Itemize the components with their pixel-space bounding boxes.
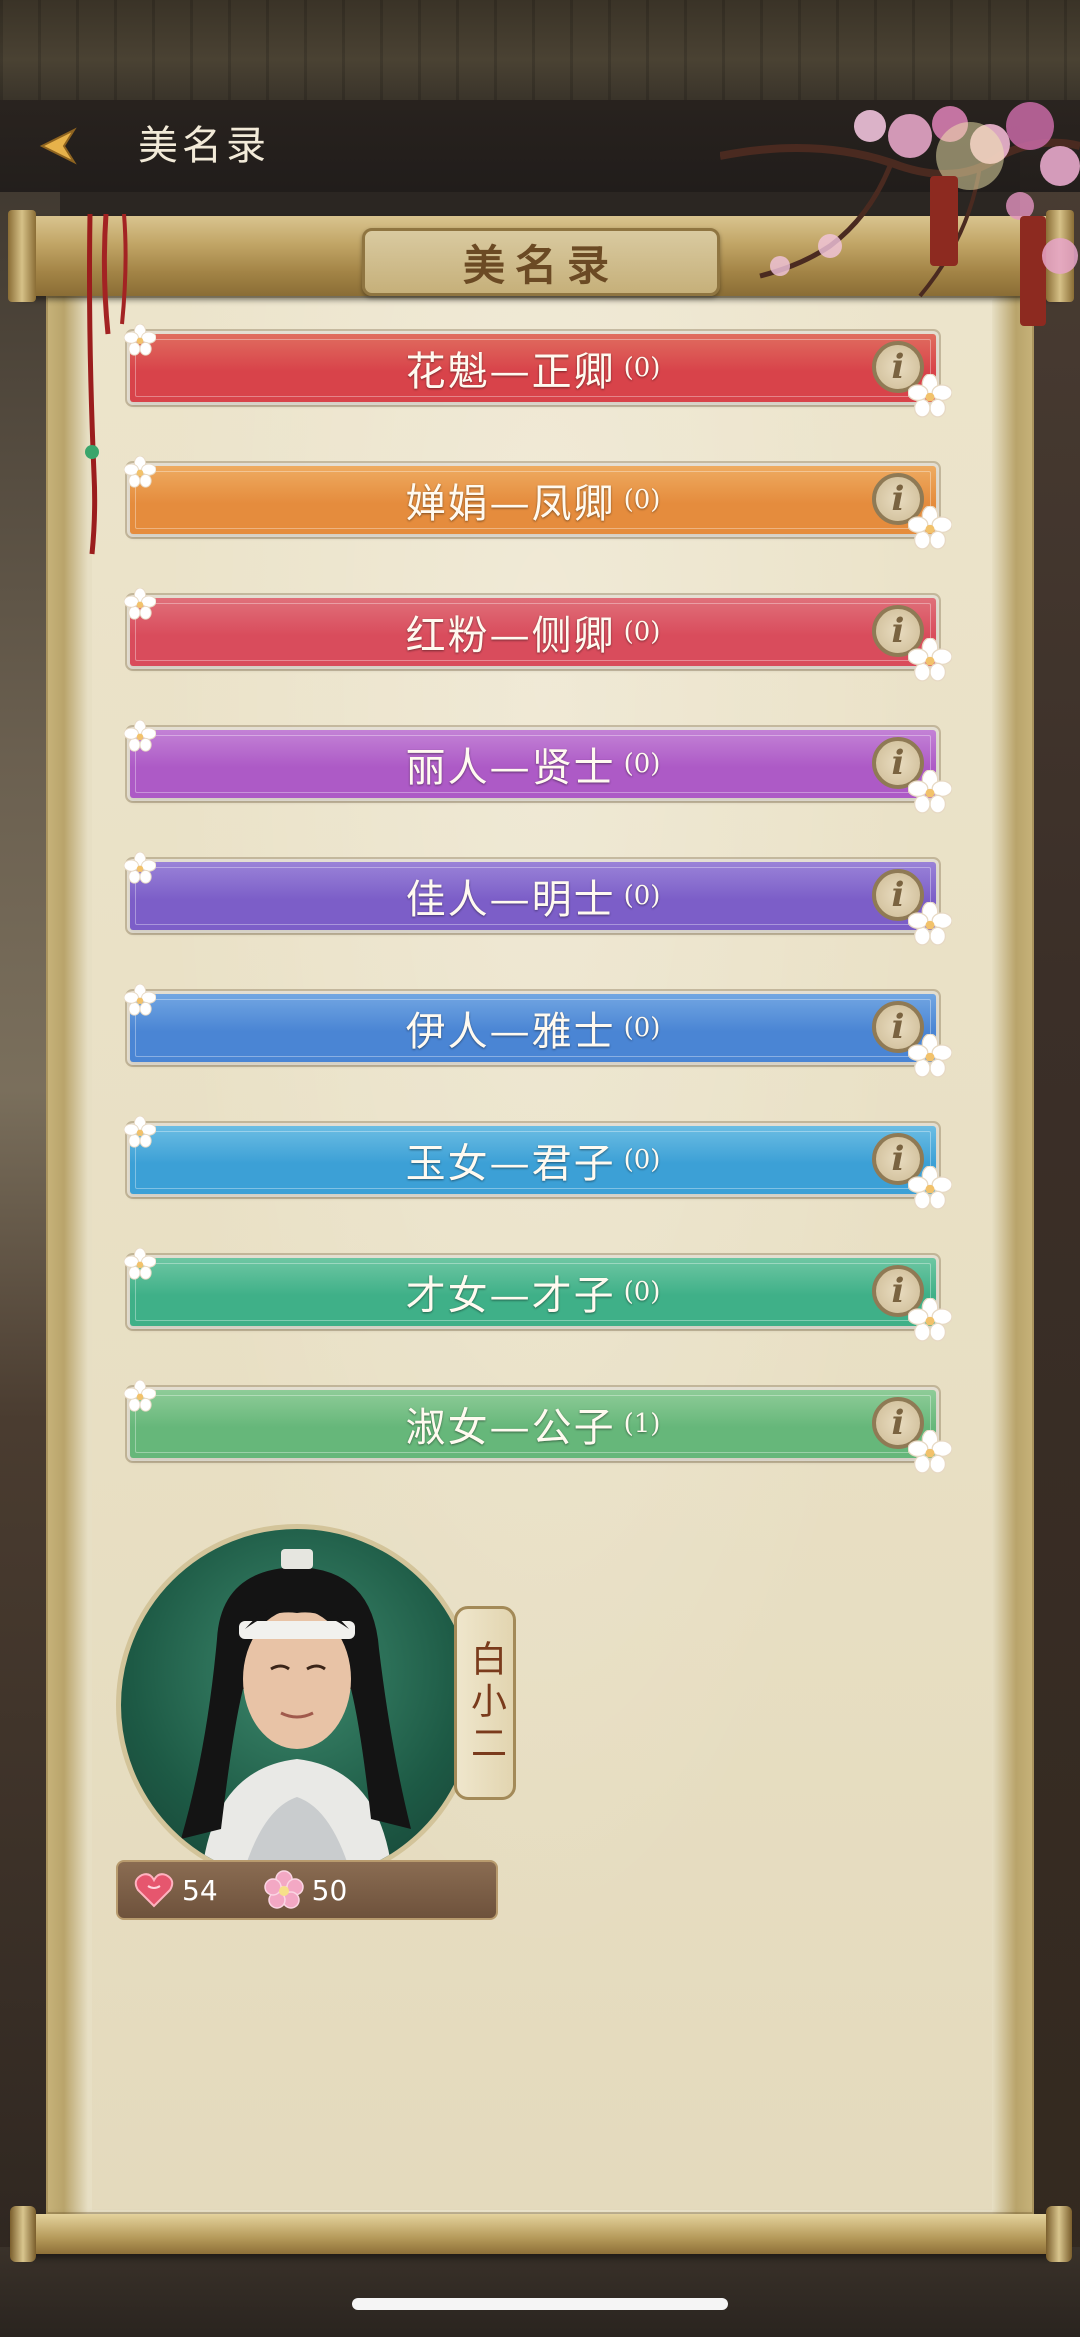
blossom-decoration-icon [124,984,156,1016]
info-icon: i [891,1007,905,1047]
rank-count: (0) [623,485,661,515]
blossom-decoration-icon [908,770,952,814]
blossom-decoration-icon [908,506,952,550]
rank-list: 花魁—正卿 (0) i 婵娟—凤卿 (0) i 红粉—侧卿 (0) i 丽人—贤… [124,324,952,1522]
info-icon: i [891,1271,905,1311]
blossom-decoration-icon [124,324,156,356]
blossom-decoration-icon [124,720,156,752]
character-avatar-illustration [181,1549,411,1881]
back-arrow-icon [39,127,77,165]
blossom-decoration-icon [908,374,952,418]
info-icon: i [891,479,905,519]
charm-stat: 50 [263,1870,348,1910]
info-icon: i [891,1139,905,1179]
blossom-decoration-icon [124,1380,156,1412]
rank-row[interactable]: 花魁—正卿 (0) i [124,324,952,418]
blossom-decoration-icon [908,1034,952,1078]
info-icon: i [891,347,905,387]
rank-label: 伊人—雅士 [405,1009,616,1055]
blossom-decoration-icon [124,456,156,488]
background-scenery-top [0,0,1080,100]
rank-label: 丽人—贤士 [405,745,616,791]
scroll-title-plaque: 美名录 [362,228,720,296]
rank-count: (0) [623,617,661,647]
background-scenery-bottom [0,2247,1080,2337]
blossom-decoration-icon [124,1248,156,1280]
rank-count: (0) [623,1277,661,1307]
info-icon: i [891,611,905,651]
affection-stat: 54 [134,1872,218,1908]
home-indicator[interactable] [352,2298,728,2310]
rank-row[interactable]: 丽人—贤士 (0) i [124,720,952,814]
rank-count: (0) [623,1145,661,1175]
rank-row[interactable]: 红粉—侧卿 (0) i [124,588,952,682]
rank-label: 红粉—侧卿 [405,613,616,659]
rank-row[interactable]: 玉女—君子 (0) i [124,1116,952,1210]
blossom-decoration-icon [908,902,952,946]
rank-row[interactable]: 伊人—雅士 (0) i [124,984,952,1078]
info-icon: i [891,743,905,783]
rank-row[interactable]: 佳人—明士 (0) i [124,852,952,946]
scroll-bottom-rod [10,2206,1072,2262]
blossom-decoration-icon [908,1298,952,1342]
rank-count: (0) [623,749,661,779]
rank-count: (0) [623,1013,661,1043]
blossom-decoration-icon [124,852,156,884]
rank-label: 玉女—君子 [405,1141,616,1187]
scroll-title: 美名录 [462,240,619,290]
info-icon: i [891,1403,905,1443]
blossom-decoration-icon [124,588,156,620]
info-icon: i [891,875,905,915]
heart-icon [134,1873,174,1908]
character-portrait[interactable] [116,1524,478,1886]
rank-label: 佳人—明士 [405,877,616,923]
back-button[interactable] [26,118,86,174]
rank-row[interactable]: 婵娟—凤卿 (0) i [124,456,952,550]
rank-row[interactable]: 淑女—公子 (1) i [124,1380,952,1474]
page-title: 美名录 [138,123,270,169]
rank-count: (1) [623,1409,661,1439]
charm-value: 50 [311,1873,348,1907]
blossom-decoration-icon [124,1116,156,1148]
character-name-tag: 白小二 [454,1606,516,1800]
blossom-decoration-icon [908,1430,952,1474]
rank-count: (0) [623,353,661,383]
rank-label: 花魁—正卿 [405,349,616,395]
blossom-decoration-icon [908,1166,952,1210]
rank-label: 婵娟—凤卿 [405,481,616,527]
blossom-icon [263,1870,304,1909]
rank-label: 淑女—公子 [405,1405,616,1451]
rank-row[interactable]: 才女—才子 (0) i [124,1248,952,1342]
character-card[interactable]: 白小二 54 50 [116,1524,516,1920]
rank-count: (0) [623,881,661,911]
character-stats-bar: 54 50 [116,1860,498,1920]
affection-value: 54 [182,1873,218,1907]
rank-label: 才女—才子 [405,1273,616,1319]
blossom-decoration-icon [908,638,952,682]
